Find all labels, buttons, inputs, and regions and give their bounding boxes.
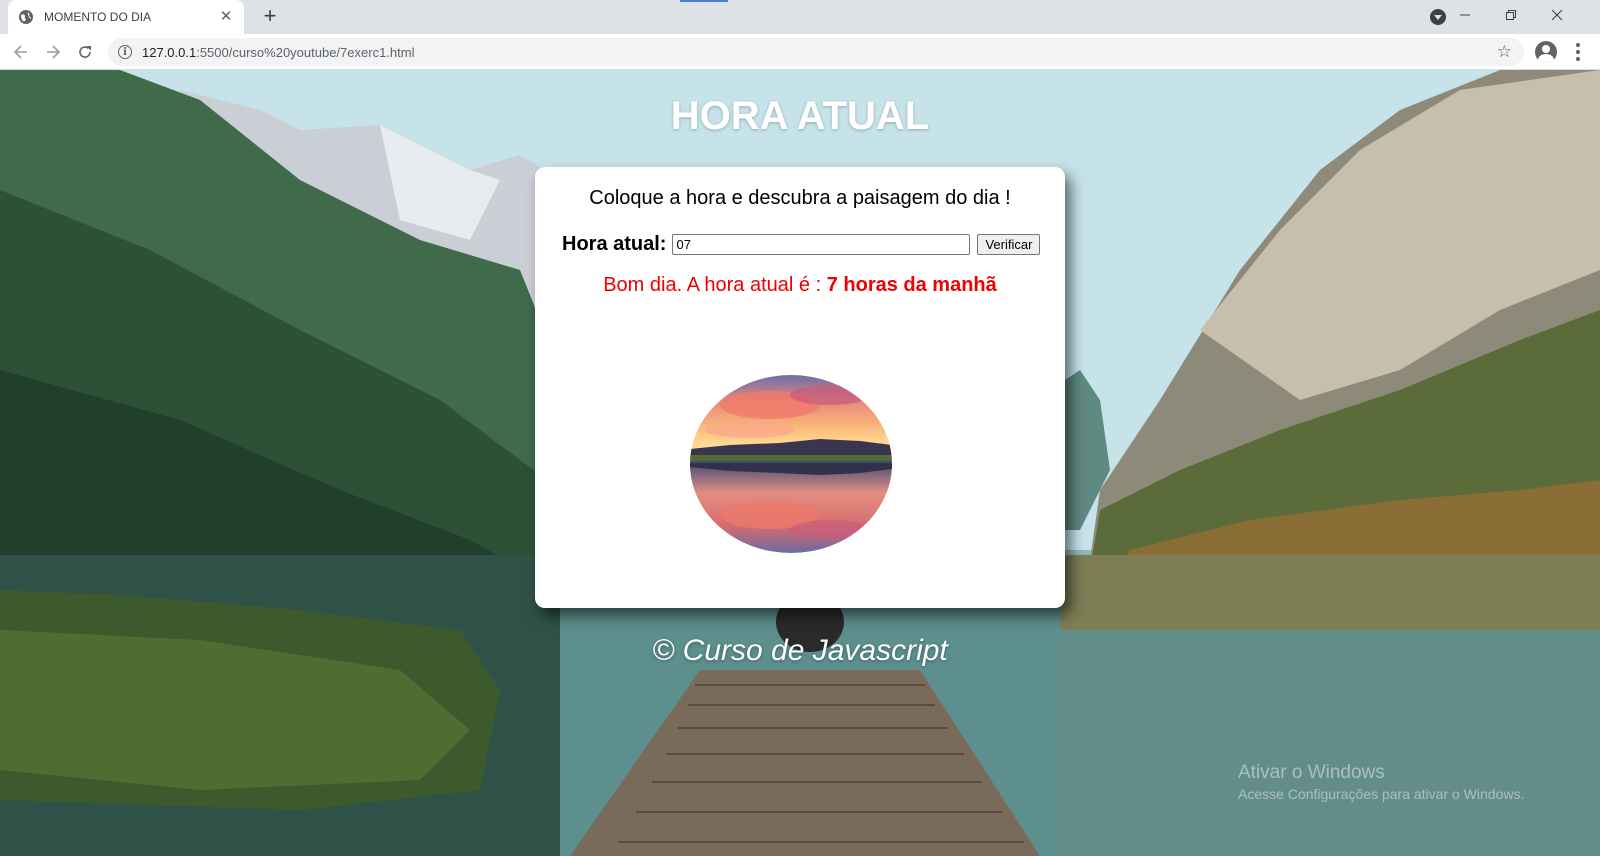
reload-icon xyxy=(79,46,91,58)
reload-button[interactable] xyxy=(73,40,97,64)
card-prompt: Coloque a hora e descubra a paisagem do … xyxy=(589,187,1011,209)
windows-activation-watermark: Ativar o Windows Acesse Configurações pa… xyxy=(1238,762,1524,802)
globe-icon xyxy=(19,10,33,24)
new-tab-button[interactable]: + xyxy=(258,4,282,28)
content-card: Coloque a hora e descubra a paisagem do … xyxy=(535,167,1065,608)
page-viewport: HORA ATUAL Coloque a hora e descubra a p… xyxy=(0,70,1600,856)
star-icon[interactable]: ☆ xyxy=(1497,42,1512,62)
url-host: 127.0.0.1 xyxy=(142,44,197,60)
tabstrip-accent xyxy=(680,0,728,2)
back-button[interactable] xyxy=(9,40,33,64)
browser-toolbar: i 127.0.0.1:5500/curso%20youtube/7exerc1… xyxy=(0,34,1600,70)
result-prefix: Bom dia. A hora atual é : xyxy=(603,274,827,296)
url-path: :5500/curso%20youtube/7exerc1.html xyxy=(196,44,415,60)
sunrise-landscape-image xyxy=(690,375,892,553)
watermark-title: Ativar o Windows xyxy=(1238,762,1385,783)
arrow-right-icon xyxy=(47,45,61,59)
result-message: Bom dia. A hora atual é : 7 horas da man… xyxy=(535,274,1065,297)
browser-tab[interactable]: MOMENTO DO DIA ✕ xyxy=(8,0,244,34)
profile-head xyxy=(1542,45,1550,53)
restore-button[interactable] xyxy=(1488,0,1534,30)
minimize-button[interactable] xyxy=(1442,0,1488,30)
hour-field-row: Hora atual: Verificar xyxy=(562,233,1041,256)
address-bar[interactable]: i 127.0.0.1:5500/curso%20youtube/7exerc1… xyxy=(108,38,1524,66)
minimize-icon xyxy=(1460,14,1470,16)
profile-icon[interactable] xyxy=(1535,41,1557,63)
url-text[interactable]: 127.0.0.1:5500/curso%20youtube/7exerc1.h… xyxy=(142,45,414,60)
close-icon[interactable]: ✕ xyxy=(218,9,234,25)
page-title: HORA ATUAL xyxy=(670,94,930,138)
hour-label: Hora atual: xyxy=(562,233,667,255)
footer-copyright: © Curso de Javascript xyxy=(652,634,948,667)
kebab-menu-icon[interactable] xyxy=(1576,43,1580,61)
watermark-subtitle: Acesse Configurações para ativar o Windo… xyxy=(1238,786,1525,802)
hour-input[interactable] xyxy=(672,234,971,255)
verify-button[interactable]: Verificar xyxy=(977,234,1041,255)
tab-strip: MOMENTO DO DIA ✕ + xyxy=(0,0,1600,34)
result-emphasis: 7 horas da manhã xyxy=(826,274,997,296)
restore-icon xyxy=(1506,10,1516,20)
forward-button[interactable] xyxy=(41,40,65,64)
arrow-left-icon xyxy=(13,45,27,59)
close-window-button[interactable] xyxy=(1534,0,1580,30)
info-icon[interactable]: i xyxy=(118,45,132,59)
profile-body xyxy=(1538,54,1554,63)
close-window-icon xyxy=(1551,9,1563,21)
tab-title: MOMENTO DO DIA xyxy=(44,10,152,24)
